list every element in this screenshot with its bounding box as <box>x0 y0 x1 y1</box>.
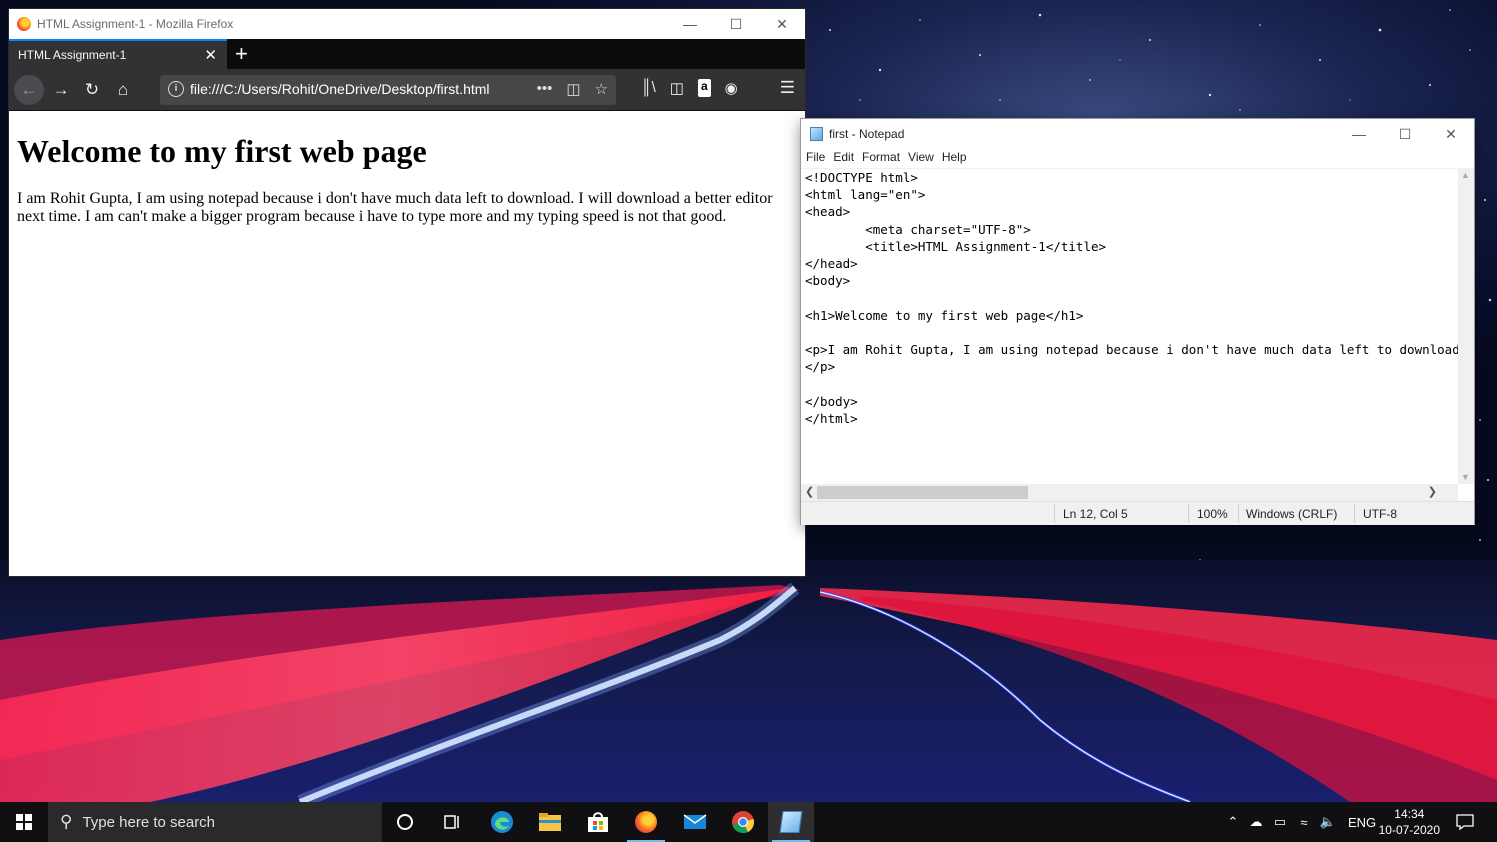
scroll-right-icon[interactable]: ❯ <box>1428 485 1437 498</box>
notepad-text-area[interactable]: <!DOCTYPE html> <html lang="en"> <head> … <box>801 168 1458 485</box>
status-zoom: 100% <box>1197 507 1228 521</box>
info-icon[interactable]: i <box>168 81 184 97</box>
clock[interactable]: 14:34 10-07-2020 <box>1379 806 1440 838</box>
status-position: Ln 12, Col 5 <box>1063 507 1128 521</box>
scroll-down-icon[interactable]: ▼ <box>1461 472 1470 482</box>
notepad-window-controls: — ☐ ✕ <box>1336 119 1474 149</box>
url-text: file:///C:/Users/Rohit/OneDrive/Desktop/… <box>190 81 490 97</box>
notifications-icon[interactable] <box>1442 802 1488 842</box>
taskbar-search-box[interactable]: ⚲ Type here to search <box>48 802 382 842</box>
notepad-icon <box>810 126 823 141</box>
firefox-window-controls: — ☐ ✕ <box>667 9 805 39</box>
bookmark-star-icon[interactable]: ☆ <box>595 80 608 98</box>
clock-date: 10-07-2020 <box>1378 823 1440 837</box>
url-bar[interactable]: i file:///C:/Users/Rohit/OneDrive/Deskto… <box>160 75 616 105</box>
search-placeholder: Type here to search <box>82 813 216 831</box>
notepad-code: <!DOCTYPE html> <html lang="en"> <head> … <box>805 170 1458 426</box>
status-encoding: UTF-8 <box>1363 507 1397 521</box>
network-icon[interactable]: ≈ <box>1292 815 1316 830</box>
clock-time: 14:34 <box>1394 807 1425 821</box>
system-tray: ⌃ ☁ ▭ ≈ 🔈 ENG <box>1222 802 1377 842</box>
forward-arrow-icon[interactable]: → <box>48 77 74 103</box>
search-icon: ⚲ <box>60 812 73 831</box>
onedrive-icon[interactable]: ☁ <box>1244 814 1268 830</box>
maximize-icon[interactable]: ☐ <box>1382 119 1428 149</box>
notepad-status-bar: Ln 12, Col 5 100% Windows (CRLF) UTF-8 <box>801 501 1474 525</box>
menu-format[interactable]: Format <box>861 148 905 168</box>
tab-html-assignment[interactable]: HTML Assignment-1 ✕ <box>9 39 227 69</box>
sidebar-icon[interactable]: ◫ <box>670 79 684 97</box>
task-view-icon[interactable] <box>429 802 475 842</box>
notepad-window: first - Notepad — ☐ ✕ File Edit Format V… <box>801 119 1474 525</box>
microsoft-store-icon[interactable] <box>575 802 621 842</box>
page-heading: Welcome to my first web page <box>17 133 427 169</box>
chrome-icon[interactable] <box>720 802 766 842</box>
scroll-left-icon[interactable]: ❮ <box>805 485 814 498</box>
new-tab-icon[interactable]: + <box>235 41 248 67</box>
language-indicator[interactable]: ENG <box>1348 815 1376 830</box>
firefox-window: HTML Assignment-1 - Mozilla Firefox — ☐ … <box>9 9 805 576</box>
notepad-menu-bar: File Edit Format View Help <box>801 148 1474 168</box>
show-hidden-icons-icon[interactable]: ⌃ <box>1222 814 1244 830</box>
taskbar-firefox-icon[interactable] <box>623 802 669 842</box>
maximize-icon[interactable]: ☐ <box>713 9 759 39</box>
tab-close-icon[interactable]: ✕ <box>204 46 217 64</box>
menu-file[interactable]: File <box>805 148 830 168</box>
edge-icon[interactable] <box>479 802 525 842</box>
close-icon[interactable]: ✕ <box>1428 119 1474 149</box>
library-icon[interactable]: ║\ <box>641 79 656 97</box>
minimize-icon[interactable]: — <box>1336 119 1382 149</box>
menu-help[interactable]: Help <box>941 148 972 168</box>
amazon-icon[interactable]: a <box>697 79 711 97</box>
page-paragraph: I am Rohit Gupta, I am using notepad bec… <box>17 190 773 225</box>
volume-muted-icon[interactable]: 🔈 <box>1316 814 1340 830</box>
firefox-tab-strip: HTML Assignment-1 ✕ + <box>9 39 805 69</box>
menu-view[interactable]: View <box>907 148 939 168</box>
account-icon[interactable]: ◉ <box>725 79 738 97</box>
toolbar-icons: ║\ ◫ a ◉ <box>641 79 738 97</box>
minimize-icon[interactable]: — <box>667 9 713 39</box>
notepad-title-bar[interactable]: first - Notepad — ☐ ✕ <box>801 119 1474 148</box>
pocket-icon[interactable]: ◫ <box>566 80 580 98</box>
page-actions-icon[interactable]: ••• <box>537 80 553 98</box>
close-icon[interactable]: ✕ <box>759 9 805 39</box>
battery-icon[interactable]: ▭ <box>1268 814 1292 830</box>
page-content: Welcome to my first web page I am Rohit … <box>9 133 805 226</box>
horizontal-scroll-thumb[interactable] <box>817 486 1028 499</box>
cortana-icon[interactable] <box>382 802 428 842</box>
tab-label: HTML Assignment-1 <box>18 48 127 62</box>
hamburger-menu-icon[interactable]: ☰ <box>780 78 795 98</box>
url-bar-actions: ••• ◫ ☆ <box>537 80 608 98</box>
reload-icon[interactable]: ↻ <box>79 77 105 103</box>
firefox-window-title: HTML Assignment-1 - Mozilla Firefox <box>37 17 234 31</box>
taskbar-notepad-icon[interactable] <box>768 802 814 842</box>
status-line-ending: Windows (CRLF) <box>1246 507 1338 521</box>
back-arrow-icon[interactable]: ← <box>14 75 44 105</box>
windows-start-icon[interactable] <box>0 802 47 842</box>
home-icon[interactable]: ⌂ <box>110 77 136 103</box>
mail-icon[interactable] <box>672 802 718 842</box>
firefox-nav-bar: ← → ↻ ⌂ i file:///C:/Users/Rohit/OneDriv… <box>9 69 805 111</box>
file-explorer-icon[interactable] <box>527 802 573 842</box>
vertical-scrollbar[interactable]: ▲ ▼ <box>1458 168 1474 484</box>
firefox-title-bar[interactable]: HTML Assignment-1 - Mozilla Firefox — ☐ … <box>9 9 805 39</box>
firefox-logo-icon <box>17 17 31 31</box>
menu-edit[interactable]: Edit <box>832 148 859 168</box>
horizontal-scrollbar[interactable]: ❮ ❯ <box>801 484 1458 501</box>
taskbar: ⚲ Type here to search ⌃ ☁ ▭ ≈ 🔈 ENG 14:3… <box>0 802 1497 842</box>
notepad-window-title: first - Notepad <box>829 126 905 141</box>
scroll-up-icon[interactable]: ▲ <box>1461 170 1470 180</box>
